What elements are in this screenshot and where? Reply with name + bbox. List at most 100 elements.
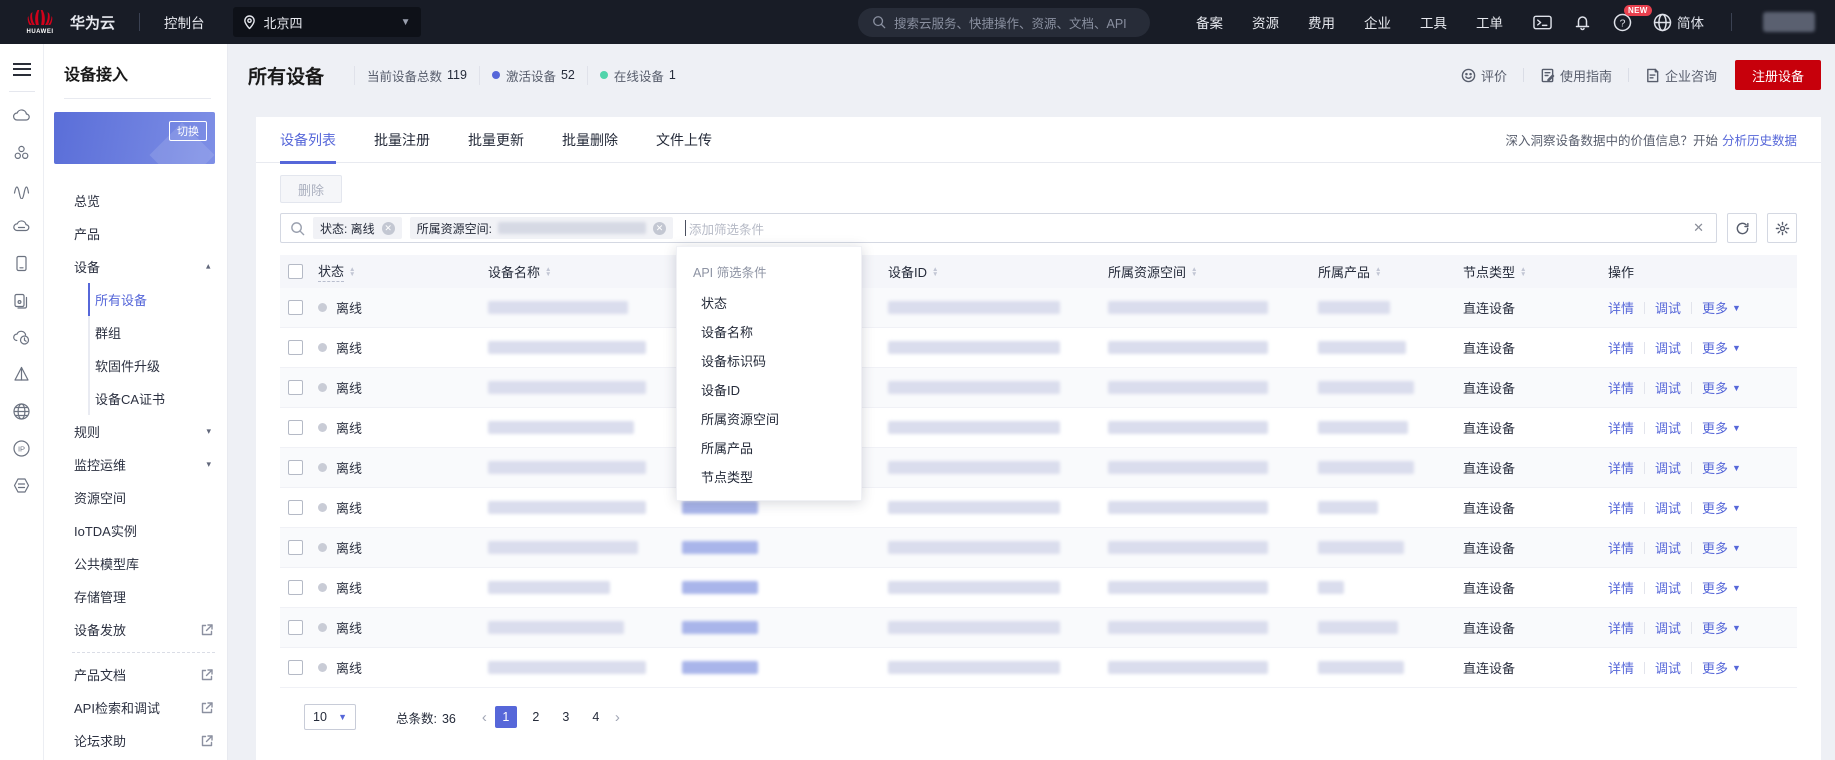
table-row[interactable]: 离线 直连设备 详情 调试 更多 ▼: [280, 488, 1797, 528]
top-nav-link[interactable]: 工单: [1476, 12, 1503, 32]
cloud-icon[interactable]: [12, 106, 31, 125]
debug-link[interactable]: 调试: [1655, 378, 1681, 397]
filter-search-bar[interactable]: 状态: 离线 ✕ 所属资源空间: ✕ 添加筛选条件 ✕: [280, 213, 1717, 243]
tab[interactable]: 批量更新: [468, 117, 524, 163]
refresh-button[interactable]: [1727, 213, 1757, 243]
dropdown-item[interactable]: 节点类型: [677, 462, 861, 491]
dropdown-item[interactable]: 设备ID: [677, 375, 861, 404]
sidebar-item[interactable]: 论坛求助 ▾: [44, 724, 227, 757]
table-row[interactable]: 离线 直连设备 详情 调试 更多 ▼: [280, 528, 1797, 568]
top-nav-link[interactable]: 资源: [1252, 12, 1279, 32]
sort-icon[interactable]: ▲ ▼: [1520, 266, 1526, 278]
sort-icon[interactable]: ▲ ▼: [545, 266, 551, 278]
detail-link[interactable]: 详情: [1608, 538, 1634, 557]
table-row[interactable]: 离线 直连设备 详情 调试 更多 ▼: [280, 608, 1797, 648]
more-link[interactable]: 更多: [1702, 378, 1728, 397]
huawei-logo[interactable]: HUAWEI: [20, 9, 60, 35]
switch-instance-button[interactable]: 切换: [169, 121, 207, 141]
select-all-checkbox[interactable]: [288, 264, 303, 279]
sidebar-item[interactable]: 设备发放 ▾: [44, 613, 227, 646]
remove-tag-icon[interactable]: ✕: [381, 221, 395, 235]
sort-icon[interactable]: ▲ ▼: [349, 266, 355, 278]
detail-link[interactable]: 详情: [1608, 418, 1634, 437]
analyze-history-link[interactable]: 分析历史数据: [1722, 134, 1797, 148]
instance-card-blurred[interactable]: 切换: [54, 112, 215, 164]
page-number[interactable]: 3: [555, 706, 577, 728]
page-number[interactable]: 4: [585, 706, 607, 728]
debug-link[interactable]: 调试: [1655, 418, 1681, 437]
clear-filter-icon[interactable]: ✕: [1690, 220, 1707, 236]
hexagon-flow-icon[interactable]: [12, 476, 31, 495]
sidebar-item[interactable]: 资源空间 ▾: [44, 481, 227, 514]
sidebar-item[interactable]: 所有设备 ▾: [44, 283, 227, 316]
detail-link[interactable]: 详情: [1608, 618, 1634, 637]
sidebar-item[interactable]: 产品 ▾: [44, 217, 227, 250]
sidebar-item[interactable]: 产品文档 ▾: [44, 658, 227, 691]
tab[interactable]: 设备列表: [280, 117, 336, 164]
table-row[interactable]: 离线 直连设备 详情 调试 更多 ▼: [280, 408, 1797, 448]
cluster-icon[interactable]: [12, 143, 31, 162]
feedback-button[interactable]: 评价: [1461, 66, 1507, 85]
top-nav-link[interactable]: 费用: [1308, 12, 1335, 32]
sidebar-item[interactable]: 软固件升级 ▾: [44, 349, 227, 382]
row-checkbox[interactable]: [288, 620, 303, 635]
debug-link[interactable]: 调试: [1655, 458, 1681, 477]
tablet-device-icon[interactable]: [12, 254, 31, 273]
more-link[interactable]: 更多: [1702, 658, 1728, 677]
ip-icon[interactable]: IP: [12, 439, 31, 458]
top-nav-link[interactable]: 企业: [1364, 12, 1391, 32]
sidebar-item[interactable]: 群组 ▾: [44, 316, 227, 349]
detail-link[interactable]: 详情: [1608, 578, 1634, 597]
dropdown-item[interactable]: 状态: [677, 288, 861, 317]
detail-link[interactable]: 详情: [1608, 498, 1634, 517]
debug-link[interactable]: 调试: [1655, 578, 1681, 597]
more-link[interactable]: 更多: [1702, 298, 1728, 317]
more-link[interactable]: 更多: [1702, 338, 1728, 357]
column-settings-button[interactable]: [1767, 213, 1797, 243]
more-link[interactable]: 更多: [1702, 458, 1728, 477]
prism-icon[interactable]: [12, 365, 31, 384]
sidebar-item[interactable]: 监控运维 ▾: [44, 448, 227, 481]
top-nav-link[interactable]: 备案: [1196, 12, 1223, 32]
cloud-server-icon[interactable]: [12, 217, 31, 236]
sidebar-item[interactable]: API检索和调试 ▾: [44, 691, 227, 724]
tab[interactable]: 批量删除: [562, 117, 618, 163]
remove-tag-icon[interactable]: ✕: [653, 221, 667, 235]
page-size-select[interactable]: 10 ▼: [304, 704, 356, 730]
row-checkbox[interactable]: [288, 540, 303, 555]
globe-grid-icon[interactable]: [12, 402, 31, 421]
debug-link[interactable]: 调试: [1655, 658, 1681, 677]
debug-link[interactable]: 调试: [1655, 338, 1681, 357]
dropdown-item[interactable]: 所属产品: [677, 433, 861, 462]
detail-link[interactable]: 详情: [1608, 378, 1634, 397]
more-link[interactable]: 更多: [1702, 538, 1728, 557]
sidebar-item[interactable]: 设备 ▾: [44, 250, 227, 283]
debug-link[interactable]: 调试: [1655, 618, 1681, 637]
account-name-blurred[interactable]: [1763, 12, 1815, 32]
table-row[interactable]: 离线 直连设备 详情 调试 更多 ▼: [280, 368, 1797, 408]
user-guide-button[interactable]: 使用指南: [1540, 66, 1612, 85]
debug-link[interactable]: 调试: [1655, 498, 1681, 517]
page-number[interactable]: 2: [525, 706, 547, 728]
dropdown-item[interactable]: 所属资源空间: [677, 404, 861, 433]
sidebar-item[interactable]: 设备CA证书 ▾: [44, 382, 227, 415]
dropdown-item[interactable]: 设备标识码: [677, 346, 861, 375]
debug-link[interactable]: 调试: [1655, 538, 1681, 557]
more-link[interactable]: 更多: [1702, 418, 1728, 437]
delete-button[interactable]: 删除: [280, 175, 342, 203]
console-link[interactable]: 控制台: [164, 12, 205, 32]
table-row[interactable]: 离线 直连设备 详情 调试 更多 ▼: [280, 448, 1797, 488]
tab[interactable]: 批量注册: [374, 117, 430, 163]
filter-tag[interactable]: 状态: 离线 ✕: [313, 217, 402, 239]
devices-icon[interactable]: [12, 291, 31, 310]
more-link[interactable]: 更多: [1702, 618, 1728, 637]
row-checkbox[interactable]: [288, 340, 303, 355]
brand-name[interactable]: 华为云: [70, 12, 115, 33]
row-checkbox[interactable]: [288, 460, 303, 475]
sidebar-item[interactable]: ▾: [44, 646, 227, 658]
detail-link[interactable]: 详情: [1608, 298, 1634, 317]
region-selector[interactable]: 北京四 ▼: [232, 7, 421, 37]
sidebar-item[interactable]: 公共模型库 ▾: [44, 547, 227, 580]
notification-bell-icon[interactable]: [1573, 13, 1592, 32]
table-row[interactable]: 离线 直连设备 详情 调试 更多 ▼: [280, 288, 1797, 328]
